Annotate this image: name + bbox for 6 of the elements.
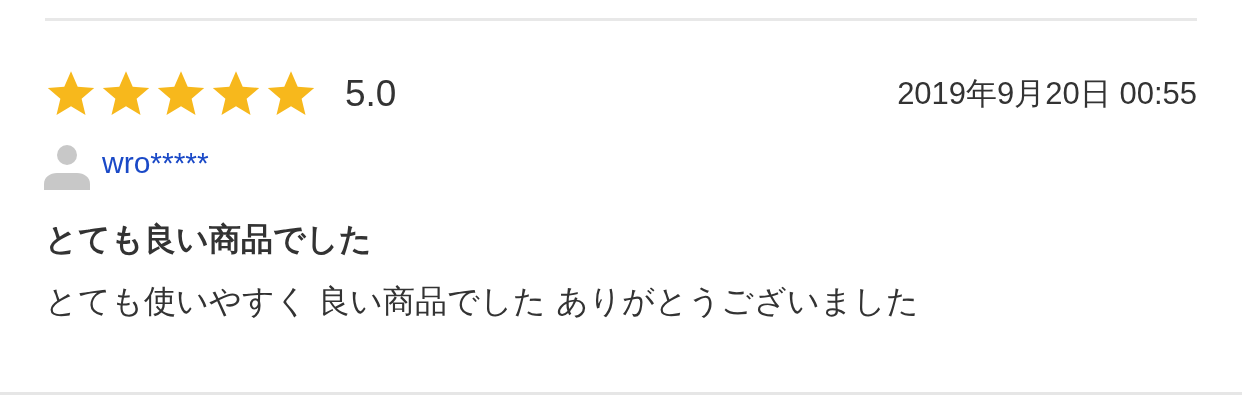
review-text: とても使いやすく 良い商品でした ありがとうございました	[45, 281, 921, 322]
user-name-link[interactable]: wro*****	[102, 146, 209, 180]
user-avatar-icon	[44, 144, 90, 190]
rating-value: 5.0	[345, 73, 397, 115]
review-date: 2019年9月20日 00:55	[897, 75, 1197, 113]
review-title: とても良い商品でした	[45, 219, 373, 260]
